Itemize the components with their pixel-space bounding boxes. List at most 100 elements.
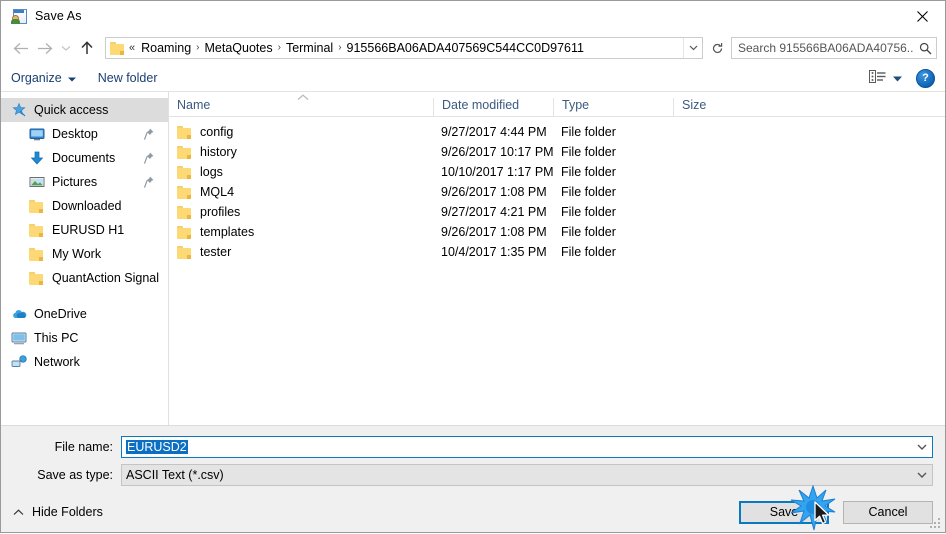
- sidebar-item-label: Network: [34, 355, 80, 369]
- organize-button[interactable]: Organize: [11, 71, 76, 85]
- save-as-type-value: ASCII Text (*.csv): [122, 468, 912, 482]
- file-name-cell: templates: [169, 225, 433, 239]
- folder-icon: [177, 126, 192, 139]
- column-header-size[interactable]: Size: [673, 98, 753, 116]
- chevron-down-icon: [68, 71, 76, 85]
- file-name-row: File name: EURUSD2: [1, 436, 945, 458]
- arrow-right-icon: [37, 42, 53, 55]
- sidebar-item-downloaded[interactable]: Downloaded: [1, 194, 168, 218]
- file-type-cell: File folder: [553, 145, 673, 159]
- column-header-type[interactable]: Type: [553, 98, 673, 116]
- table-row[interactable]: history 9/26/2017 10:17 PM File folder: [169, 142, 945, 162]
- file-name-dropdown-button[interactable]: [912, 437, 932, 457]
- sidebar-item-this-pc[interactable]: This PC: [1, 326, 168, 350]
- table-row[interactable]: MQL4 9/26/2017 1:08 PM File folder: [169, 182, 945, 202]
- file-date-cell: 9/26/2017 1:08 PM: [433, 185, 553, 199]
- recent-locations-button[interactable]: [57, 36, 75, 60]
- sidebar-item-documents[interactable]: Documents: [1, 146, 168, 170]
- save-as-type-select[interactable]: ASCII Text (*.csv): [121, 464, 933, 486]
- new-folder-label: New folder: [98, 71, 158, 85]
- sidebar-item-network[interactable]: Network: [1, 350, 168, 374]
- search-box[interactable]: Search 915566BA06ADA40756...: [731, 37, 937, 59]
- organize-label: Organize: [11, 71, 62, 85]
- save-as-type-row: Save as type: ASCII Text (*.csv): [1, 464, 945, 486]
- chevron-down-icon: [917, 444, 927, 450]
- table-row[interactable]: logs 10/10/2017 1:17 PM File folder: [169, 162, 945, 182]
- sidebar-item-quick-access[interactable]: Quick access: [1, 98, 168, 122]
- folder-icon: [29, 222, 45, 238]
- file-name-input[interactable]: EURUSD2: [121, 436, 933, 458]
- back-button[interactable]: [9, 36, 33, 60]
- file-date-cell: 9/26/2017 1:08 PM: [433, 225, 553, 239]
- this-pc-icon: [11, 330, 27, 346]
- sidebar-item-label: Desktop: [52, 127, 98, 141]
- save-button-label: Save: [770, 505, 799, 519]
- pin-icon[interactable]: [144, 152, 154, 164]
- sidebar-item-eurusd-h1[interactable]: EURUSD H1: [1, 218, 168, 242]
- footer-buttons: Save Cancel: [739, 501, 933, 524]
- folder-icon: [29, 246, 45, 262]
- sidebar-item-label: OneDrive: [34, 307, 87, 321]
- sidebar-item-quantaction-signal[interactable]: QuantAction Signal: [1, 266, 168, 290]
- address-dropdown-button[interactable]: [683, 38, 702, 58]
- file-date-cell: 9/26/2017 10:17 PM: [433, 145, 553, 159]
- save-button[interactable]: Save: [739, 501, 829, 524]
- column-header-name[interactable]: Name: [169, 98, 433, 116]
- refresh-button[interactable]: [707, 38, 727, 58]
- hide-folders-button[interactable]: Hide Folders: [13, 505, 103, 519]
- table-row[interactable]: config 9/27/2017 4:44 PM File folder: [169, 122, 945, 142]
- file-date-cell: 9/27/2017 4:21 PM: [433, 205, 553, 219]
- chevron-down-icon: [689, 45, 698, 51]
- toolbar-right-group: ?: [869, 69, 935, 88]
- column-header-date-modified[interactable]: Date modified: [433, 98, 553, 116]
- cancel-button[interactable]: Cancel: [843, 501, 933, 524]
- file-name-label: File name:: [1, 440, 121, 454]
- address-bar[interactable]: « Roaming › MetaQuotes › Terminal › 9155…: [105, 37, 703, 59]
- file-name-value[interactable]: EURUSD2: [122, 440, 912, 454]
- folder-icon: [110, 42, 125, 55]
- save-form: File name: EURUSD2 Save as type: ASCII T…: [1, 425, 945, 492]
- help-button[interactable]: ?: [916, 69, 935, 88]
- network-icon: [11, 354, 27, 370]
- save-as-type-dropdown-button[interactable]: [912, 465, 932, 485]
- resize-grip-icon[interactable]: [929, 517, 942, 530]
- file-name-label: MQL4: [200, 185, 234, 199]
- table-row[interactable]: profiles 9/27/2017 4:21 PM File folder: [169, 202, 945, 222]
- table-row[interactable]: templates 9/26/2017 1:08 PM File folder: [169, 222, 945, 242]
- breadcrumb-item-roaming[interactable]: Roaming: [137, 38, 195, 58]
- table-row[interactable]: tester 10/4/2017 1:35 PM File folder: [169, 242, 945, 262]
- forward-button[interactable]: [33, 36, 57, 60]
- breadcrumb-item-metaquotes[interactable]: MetaQuotes: [201, 38, 277, 58]
- breadcrumb-item-terminal-id[interactable]: 915566BA06ADA407569C544CC0D97611: [343, 38, 588, 58]
- file-name-selected-text: EURUSD2: [126, 440, 188, 454]
- onedrive-cloud-icon: [11, 306, 27, 322]
- pin-icon[interactable]: [144, 128, 154, 140]
- sidebar-item-pictures[interactable]: Pictures: [1, 170, 168, 194]
- sidebar-item-label: Pictures: [52, 175, 97, 189]
- sidebar-item-label: Downloaded: [52, 199, 122, 213]
- sidebar-item-onedrive[interactable]: OneDrive: [1, 302, 168, 326]
- file-name-label: logs: [200, 165, 223, 179]
- change-view-button[interactable]: [869, 70, 902, 86]
- sidebar-item-desktop[interactable]: Desktop: [1, 122, 168, 146]
- chevron-up-icon: [13, 505, 24, 519]
- breadcrumb-overflow[interactable]: «: [128, 38, 137, 58]
- sidebar-item-label: QuantAction Signal: [52, 271, 159, 285]
- file-type-cell: File folder: [553, 205, 673, 219]
- folder-icon: [177, 226, 192, 239]
- sidebar-item-my-work[interactable]: My Work: [1, 242, 168, 266]
- column-header-label: Size: [682, 98, 706, 112]
- pin-icon[interactable]: [144, 176, 154, 188]
- search-input[interactable]: Search 915566BA06ADA40756...: [732, 41, 914, 55]
- file-type-cell: File folder: [553, 165, 673, 179]
- up-button[interactable]: [75, 36, 99, 60]
- close-button[interactable]: [899, 1, 945, 31]
- new-folder-button[interactable]: New folder: [98, 71, 158, 85]
- file-name-cell: logs: [169, 165, 433, 179]
- dialog-footer: Hide Folders Save Cancel: [1, 492, 945, 532]
- breadcrumb-item-terminal[interactable]: Terminal: [282, 38, 337, 58]
- pictures-icon: [29, 174, 45, 190]
- save-as-dialog: Save As: [0, 0, 946, 533]
- documents-download-icon: [29, 150, 45, 166]
- command-toolbar: Organize New folder: [1, 65, 945, 92]
